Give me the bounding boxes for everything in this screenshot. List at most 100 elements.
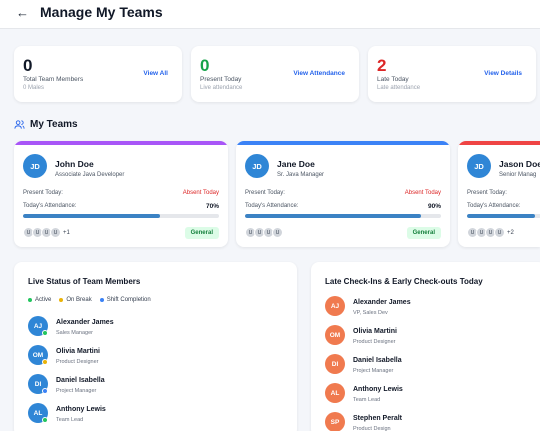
member-role: Team Lead [56,417,84,423]
stat-value: 0 [23,56,33,75]
card-accent-bar [236,141,450,145]
member-role: Product Design [353,426,391,431]
stat-value: 0 [200,56,210,75]
attendance-value: 70% [205,203,219,210]
legend-on-break: On Break [59,297,92,303]
status-dot-icon [42,359,48,365]
member-name: Anthony Lewis [56,406,106,413]
member-avatars: U U U U [245,227,283,238]
member-avatar: U [272,227,283,238]
view-all-link[interactable]: View All [143,70,168,77]
more-members-count: +2 [507,229,514,236]
status-dot-icon [42,388,48,394]
attendance-value: 90% [427,203,441,210]
status-legend: Active On Break Shift Completion [28,297,151,303]
team-card[interactable]: JD Jason Doe Senior Manag Present Today:… [458,141,540,247]
status-dot-icon [42,330,48,336]
avatar: DI [325,354,345,374]
member-name: Daniel Isabella [353,357,402,364]
team-lead-role: Senior Manag [499,172,537,178]
attendance-progress [467,214,540,218]
status-dot-icon [42,417,48,423]
member-avatar: U [494,227,505,238]
avatar: JD [245,154,269,178]
avatar: OM [325,325,345,345]
member-name: Stephen Peralt [353,415,403,422]
member-role: Project Manager [56,388,97,394]
attendance-progress [245,214,441,218]
team-lead-role: Associate Java Developer [55,172,125,178]
member-role: Project Manager [353,368,394,374]
team-lead-role: Sr. Java Manager [277,172,325,178]
my-teams-heading: My Teams [14,119,78,130]
card-accent-bar [14,141,228,145]
team-lead-name: Jane Doe [277,159,315,169]
team-card[interactable]: JD Jane Doe Sr. Java Manager Present Tod… [236,141,450,247]
users-icon [14,120,25,129]
member-name: Olivia Martini [353,328,397,335]
attendance-label: Today's Attendance: [23,203,77,209]
member-avatars: U U U U +1 [23,227,70,238]
view-attendance-link[interactable]: View Attendance [293,70,345,77]
avatar: SP [325,412,345,431]
panel-title: Late Check-Ins & Early Check-outs Today [325,277,483,286]
present-label: Present Today: [245,190,285,196]
legend-shift-completion: Shift Completion [99,297,151,303]
attendance-progress-fill [467,214,535,218]
present-status: Absent Today [404,190,441,196]
stat-label: Total Team Members [23,76,84,83]
late-today-card: 2 Late Today Late attendance View Detail… [368,46,536,102]
present-status: Absent Today [182,190,219,196]
member-name: Daniel Isabella [56,377,105,384]
stat-label: Present Today [200,76,242,83]
top-header: ← Manage My Teams [0,0,540,29]
more-members-count: +1 [63,229,70,236]
member-avatar: U [50,227,61,238]
on-break-dot-icon [59,298,64,302]
member-role: Sales Manager [56,330,93,336]
stat-sub: Live attendance [200,85,243,91]
total-members-card: 0 Total Team Members 0 Males View All [14,46,182,102]
avatar: AL [325,383,345,403]
team-lead-name: Jason Doe [499,159,540,169]
attendance-progress-fill [23,214,161,218]
member-role: Team Lead [353,397,381,403]
member-name: Olivia Martini [56,348,100,355]
stat-label: Late Today [377,76,409,83]
legend-active: Active [28,297,51,303]
team-card[interactable]: JD John Doe Associate Java Developer Pre… [14,141,228,247]
view-details-link[interactable]: View Details [484,70,522,77]
panel-title: Live Status of Team Members [28,277,141,286]
attendance-label: Today's Attendance: [245,203,299,209]
attendance-label: Today's Attendance: [467,203,521,209]
stat-sub: Late attendance [377,85,421,91]
arrow-left-icon[interactable]: ← [16,5,32,21]
avatar: JD [467,154,491,178]
member-role: Product Designer [56,359,99,365]
live-status-panel: Live Status of Team Members Active On Br… [14,262,297,431]
page-title: Manage My Teams [40,4,163,20]
member-name: Alexander James [353,299,411,306]
member-avatars: U U U U +2 [467,227,514,238]
late-checkins-panel: Late Check-Ins & Early Check-outs Today … [311,262,540,431]
section-title: My Teams [30,119,78,130]
shift-tag: General [184,227,219,239]
active-dot-icon [28,298,32,302]
avatar: JD [23,154,47,178]
member-name: Anthony Lewis [353,386,403,393]
present-label: Present Today: [467,190,507,196]
member-name: Alexander James [56,319,114,326]
attendance-progress-fill [245,214,422,218]
attendance-progress [23,214,219,218]
present-label: Present Today: [23,190,63,196]
team-lead-name: John Doe [55,159,94,169]
avatar: AJ [325,296,345,316]
member-role: Product Designer [353,339,396,345]
member-role: VP, Sales Dev [353,310,388,316]
card-accent-bar [458,141,540,145]
stat-sub: 0 Males [23,85,45,91]
shift-completion-dot-icon [99,298,104,302]
shift-tag: General [406,227,441,239]
present-today-card: 0 Present Today Live attendance View Att… [191,46,359,102]
stat-value: 2 [377,56,387,75]
